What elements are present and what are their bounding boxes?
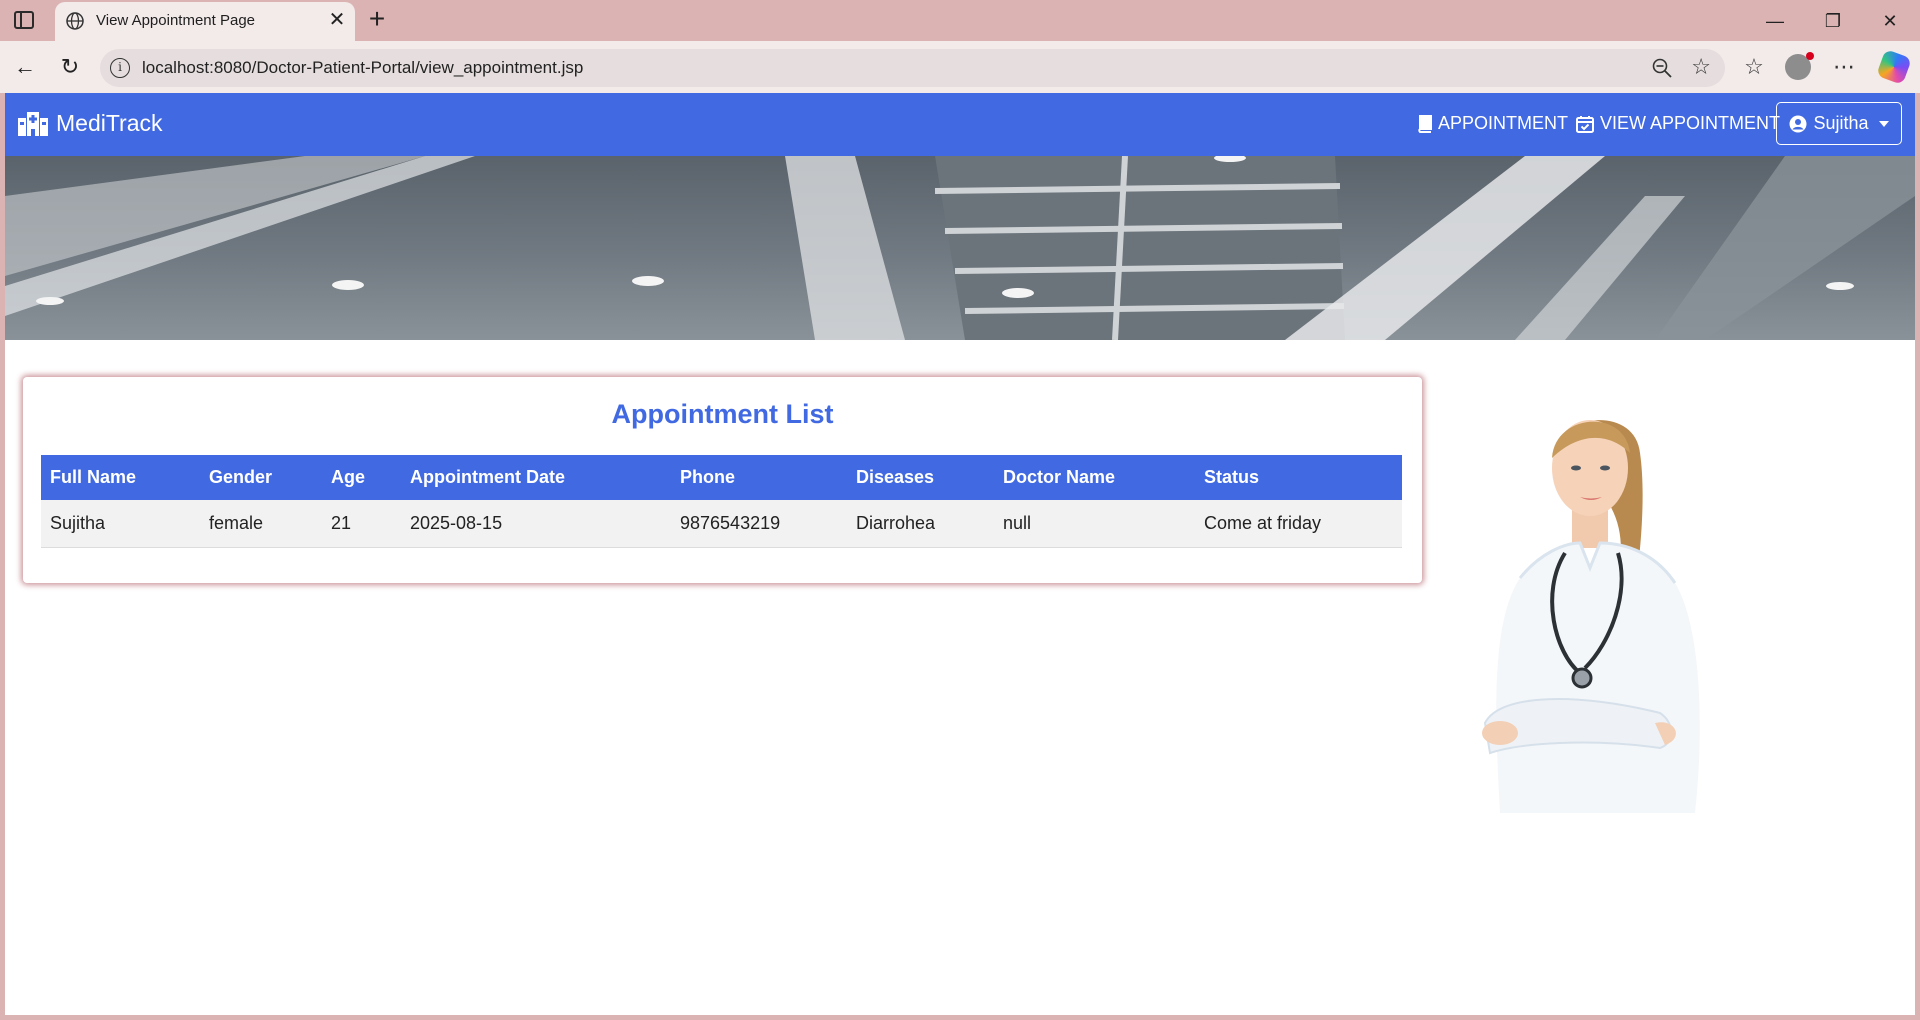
nav-view-appointment-label: VIEW APPOINTMENT: [1600, 113, 1781, 133]
notification-dot: [1806, 52, 1814, 60]
close-window-button[interactable]: ✕: [1870, 6, 1910, 36]
tab-actions-icon[interactable]: [14, 11, 34, 29]
browser-address-bar: ← ↻ i localhost:8080/Doctor-Patient-Port…: [0, 41, 1920, 93]
browser-tab[interactable]: View Appointment Page ✕: [55, 2, 355, 41]
new-tab-button[interactable]: +: [362, 4, 392, 34]
refresh-button[interactable]: ↻: [54, 51, 86, 83]
cell-status: Come at friday: [1195, 500, 1402, 548]
column-header-status: Status: [1195, 455, 1402, 500]
hospital-ceiling-image: [5, 156, 1915, 340]
cell-age: 21: [322, 500, 401, 548]
table-row: Sujitha female 21 2025-08-15 9876543219 …: [41, 500, 1402, 548]
appointment-table: Full Name Gender Age Appointment Date Ph…: [41, 455, 1402, 548]
tab-title: View Appointment Page: [96, 12, 256, 29]
appointment-list-title: Appointment List: [611, 399, 834, 429]
user-name: Sujitha: [1813, 113, 1869, 133]
url-field[interactable]: i localhost:8080/Doctor-Patient-Portal/v…: [100, 49, 1725, 87]
column-header-appointment-date: Appointment Date: [401, 455, 671, 500]
site-info-icon[interactable]: i: [110, 58, 130, 78]
calendar-check-icon: [1576, 115, 1594, 133]
globe-icon: [66, 12, 84, 30]
favorite-star-icon[interactable]: ☆: [1691, 54, 1711, 80]
close-tab-icon[interactable]: ✕: [325, 8, 349, 32]
column-header-age: Age: [322, 455, 401, 500]
table-header-row: Full Name Gender Age Appointment Date Ph…: [41, 455, 1402, 500]
column-header-full-name: Full Name: [41, 455, 200, 500]
appointment-list-card: Appointment List Full Name Gender Age Ap…: [23, 377, 1422, 583]
column-header-doctor-name: Doctor Name: [994, 455, 1195, 500]
hero-banner-image: [5, 156, 1915, 340]
back-button[interactable]: ←: [9, 51, 41, 83]
cell-appointment-date: 2025-08-15: [401, 500, 671, 548]
browser-tab-bar: View Appointment Page ✕ + — ❐ ✕: [0, 0, 1920, 41]
url-text[interactable]: localhost:8080/Doctor-Patient-Portal/vie…: [142, 58, 583, 78]
restore-button[interactable]: ❐: [1813, 6, 1853, 36]
user-circle-icon: [1789, 115, 1807, 132]
minimize-button[interactable]: —: [1755, 6, 1795, 36]
cell-diseases: Diarrohea: [847, 500, 994, 548]
column-header-gender: Gender: [200, 455, 322, 500]
brand-link[interactable]: MediTrack: [18, 110, 163, 137]
cell-gender: female: [200, 500, 322, 548]
cell-phone: 9876543219: [671, 500, 847, 548]
nav-view-appointment-link[interactable]: VIEW APPOINTMENT: [1576, 113, 1780, 134]
cell-full-name: Sujitha: [41, 500, 200, 548]
book-icon: [1418, 114, 1432, 133]
copilot-icon[interactable]: [1876, 49, 1912, 85]
column-header-phone: Phone: [671, 455, 847, 500]
cell-doctor-name: null: [994, 500, 1195, 548]
column-header-diseases: Diseases: [847, 455, 994, 500]
chevron-down-icon: [1878, 120, 1889, 127]
nav-appointment-link[interactable]: APPOINTMENT: [1416, 113, 1568, 134]
user-dropdown-button[interactable]: Sujitha: [1776, 102, 1902, 145]
brand-name: MediTrack: [56, 110, 163, 136]
site-navbar: MediTrack APPOINTMENT VIEW APPOINTMENT S…: [5, 93, 1915, 156]
favorites-icon[interactable]: ☆: [1738, 51, 1770, 83]
doctor-image: [1482, 420, 1700, 813]
zoom-out-icon[interactable]: [1651, 57, 1673, 79]
more-options-icon[interactable]: ⋯: [1828, 51, 1860, 83]
hospital-icon: [18, 111, 48, 136]
nav-appointment-label: APPOINTMENT: [1438, 113, 1569, 133]
page-viewport: MediTrack APPOINTMENT VIEW APPOINTMENT S…: [5, 93, 1915, 1015]
